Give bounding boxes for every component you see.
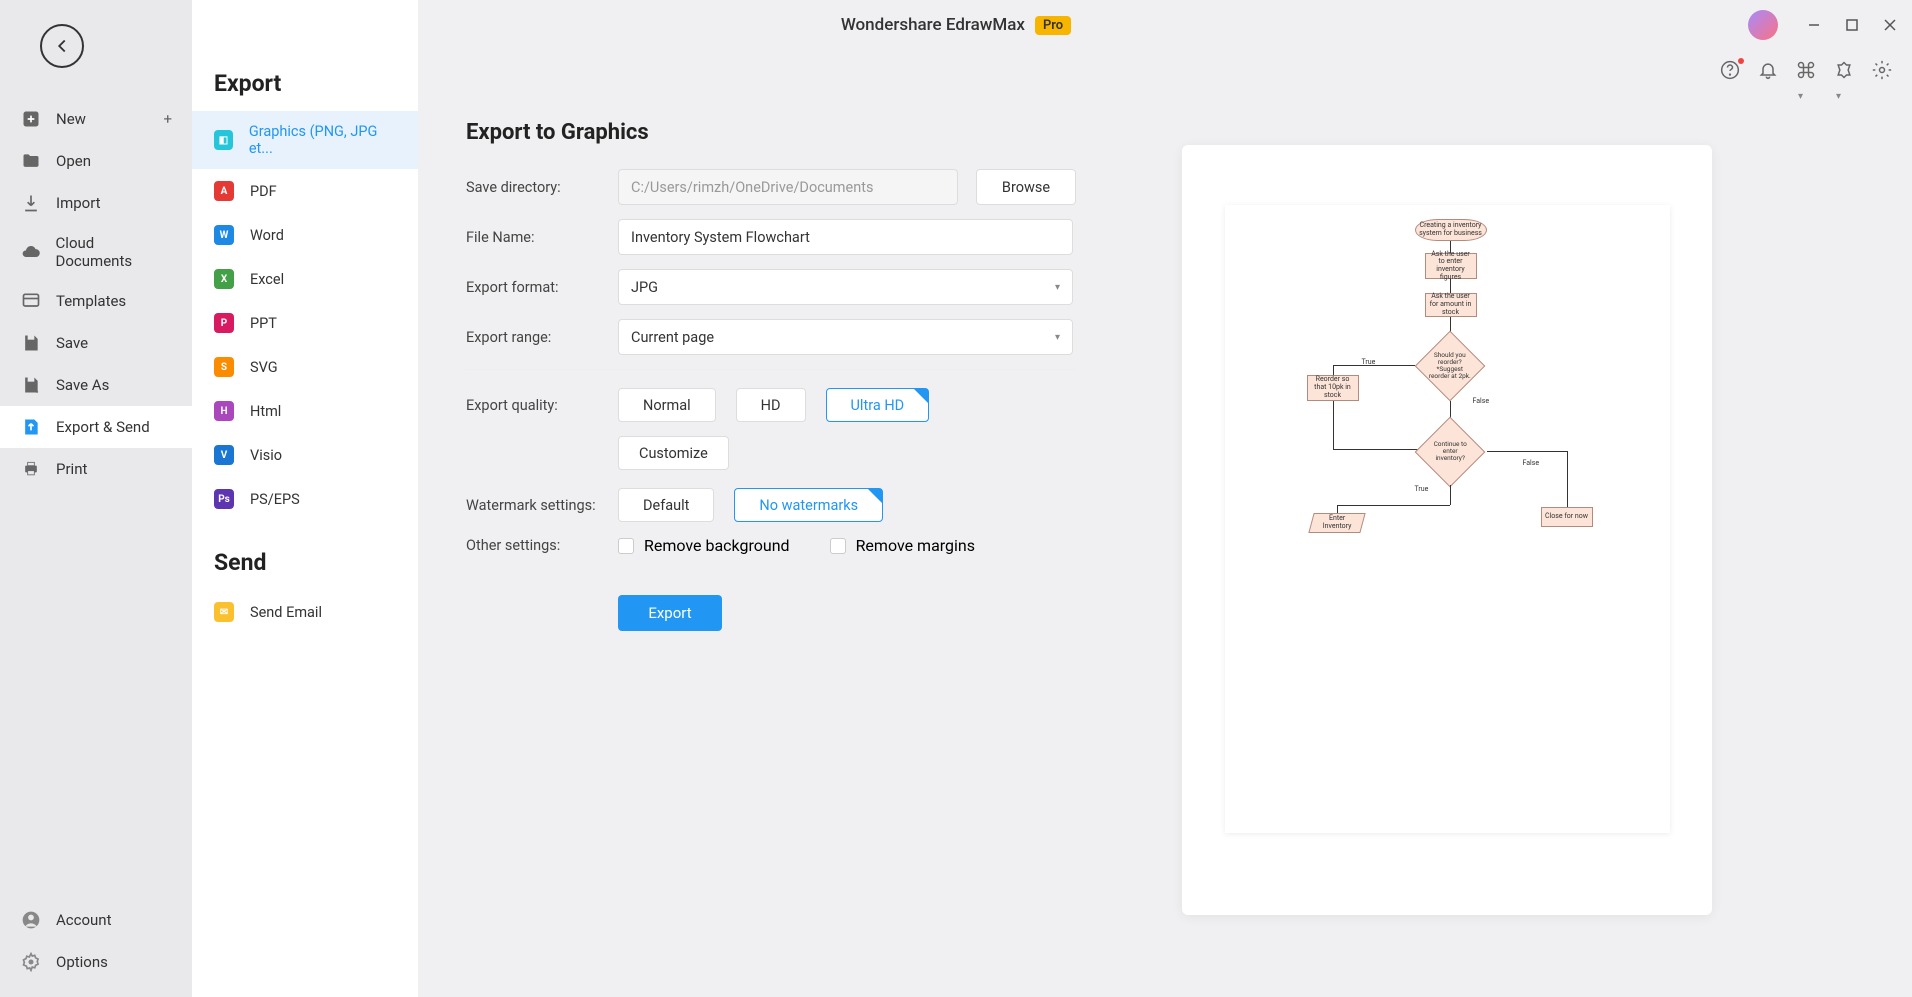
send-heading: Send (192, 549, 418, 590)
fc-label-true-2: True (1415, 485, 1429, 493)
nav-account[interactable]: Account (0, 899, 192, 941)
nav-open[interactable]: Open (0, 140, 192, 182)
print-icon (20, 458, 42, 480)
back-button[interactable] (40, 24, 84, 68)
nav-templates[interactable]: Templates (0, 280, 192, 322)
other-label: Other settings: (466, 537, 618, 554)
ps-icon: Ps (214, 489, 234, 509)
sub-visio[interactable]: VVisio (192, 433, 418, 477)
export-heading: Export (192, 70, 418, 111)
savedir-label: Save directory: (466, 179, 618, 196)
sub-pdf[interactable]: APDF (192, 169, 418, 213)
nav-import[interactable]: Import (0, 182, 192, 224)
cloud-icon (20, 241, 42, 263)
bell-icon[interactable] (1758, 60, 1780, 82)
nav-new[interactable]: New+ (0, 98, 192, 140)
plus-square-icon (20, 108, 42, 130)
save-icon (20, 332, 42, 354)
remove-margins-checkbox[interactable]: Remove margins (830, 536, 975, 555)
remove-bg-checkbox[interactable]: Remove background (618, 536, 790, 555)
excel-icon: X (214, 269, 234, 289)
browse-button[interactable]: Browse (976, 169, 1076, 205)
nav-print[interactable]: Print (0, 448, 192, 490)
format-select[interactable]: JPG▾ (618, 269, 1073, 305)
fc-process-1: Ask the user to enter inventory figures (1425, 253, 1477, 279)
filename-label: File Name: (466, 229, 618, 246)
saveas-icon (20, 374, 42, 396)
nav-saveas[interactable]: Save As (0, 364, 192, 406)
templates-icon (20, 290, 42, 312)
watermark-default-button[interactable]: Default (618, 488, 714, 522)
export-icon (20, 416, 42, 438)
maximize-button[interactable] (1842, 15, 1862, 35)
fc-process-2: Ask the user for amount in stock (1425, 293, 1477, 317)
quality-normal-button[interactable]: Normal (618, 388, 716, 422)
pro-badge: Pro (1035, 16, 1071, 35)
fc-start: Creating a inventory system for business (1415, 219, 1487, 241)
chevron-down-icon: ▾ (1055, 332, 1060, 343)
fc-label-false-2: False (1523, 459, 1540, 467)
sub-html[interactable]: HHtml (192, 389, 418, 433)
image-icon: ◧ (214, 130, 233, 150)
left-nav: New+ Open Import Cloud Documents Templat… (0, 0, 192, 997)
word-icon: W (214, 225, 234, 245)
gear-icon (20, 951, 42, 973)
quality-hd-button[interactable]: HD (736, 388, 806, 422)
range-select[interactable]: Current page▾ (618, 319, 1073, 355)
preview-page: Creating a inventory system for business… (1225, 205, 1670, 833)
fc-decision-1: Should you reorder? *Suggest reorder at … (1414, 331, 1485, 402)
html-icon: H (214, 401, 234, 421)
nav-save[interactable]: Save (0, 322, 192, 364)
customize-button[interactable]: Customize (618, 436, 729, 470)
watermark-label: Watermark settings: (466, 497, 618, 514)
email-icon: ✉ (214, 602, 234, 622)
svg-icon: S (214, 357, 234, 377)
sub-excel[interactable]: XExcel (192, 257, 418, 301)
nav-options[interactable]: Options (0, 941, 192, 983)
sub-ppt[interactable]: PPPT (192, 301, 418, 345)
fc-decision-2: Continue to enter inventory? (1414, 417, 1485, 488)
gear-icon[interactable] (1872, 60, 1894, 82)
user-avatar[interactable] (1748, 10, 1778, 40)
fc-data-1: Enter Inventory (1308, 513, 1365, 533)
plus-icon[interactable]: + (163, 110, 172, 128)
export-button[interactable]: Export (618, 595, 722, 631)
main-title: Export to Graphics (466, 120, 1864, 145)
nav-cloud[interactable]: Cloud Documents (0, 224, 192, 280)
theme-icon[interactable]: ▾ (1834, 60, 1856, 82)
sub-pseps[interactable]: PsPS/EPS (192, 477, 418, 521)
sub-svg[interactable]: SSVG (192, 345, 418, 389)
folder-icon (20, 150, 42, 172)
fc-process-3: Reorder so that 10pk in stock (1307, 375, 1359, 401)
filename-input[interactable] (618, 219, 1073, 255)
fc-process-4: Close for now (1541, 507, 1593, 527)
visio-icon: V (214, 445, 234, 465)
fc-label-false: False (1473, 397, 1490, 405)
preview-pane: Creating a inventory system for business… (1182, 145, 1712, 915)
export-subpanel: Export ◧Graphics (PNG, JPG et... APDF WW… (192, 0, 418, 997)
sub-email[interactable]: ✉Send Email (192, 590, 418, 634)
account-icon (20, 909, 42, 931)
help-icon[interactable] (1720, 60, 1742, 82)
ppt-icon: P (214, 313, 234, 333)
sub-word[interactable]: WWord (192, 213, 418, 257)
minimize-button[interactable] (1804, 15, 1824, 35)
quality-label: Export quality: (466, 397, 618, 414)
range-label: Export range: (466, 329, 618, 346)
command-icon[interactable]: ▾ (1796, 60, 1818, 82)
nav-export-send[interactable]: Export & Send (0, 406, 192, 448)
app-title: Wondershare EdrawMax (841, 15, 1025, 35)
chevron-down-icon: ▾ (1055, 282, 1060, 293)
watermark-none-button[interactable]: No watermarks (734, 488, 883, 522)
savedir-input[interactable] (618, 169, 958, 205)
close-button[interactable] (1880, 15, 1900, 35)
import-icon (20, 192, 42, 214)
sub-graphics[interactable]: ◧Graphics (PNG, JPG et... (192, 111, 418, 169)
quality-uhd-button[interactable]: Ultra HD (826, 388, 930, 422)
pdf-icon: A (214, 181, 234, 201)
format-label: Export format: (466, 279, 618, 296)
